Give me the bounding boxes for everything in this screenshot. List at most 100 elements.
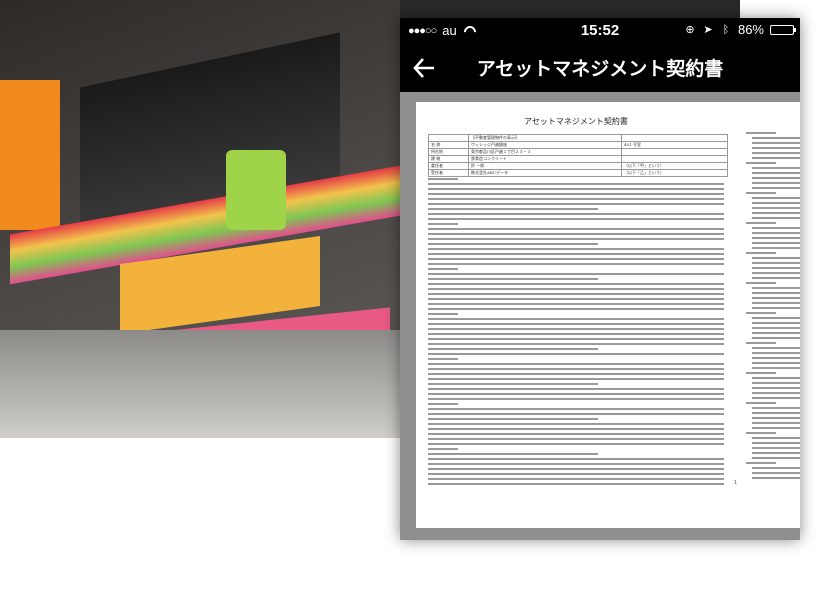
text-line xyxy=(752,367,800,369)
text-line xyxy=(752,417,800,419)
photo-tray xyxy=(0,330,400,438)
text-line xyxy=(428,483,724,485)
battery-percentage: 86% xyxy=(737,22,764,37)
table-cell: （以下「乙」という） xyxy=(621,169,728,177)
text-line xyxy=(428,408,724,410)
text-line xyxy=(752,437,800,439)
text-line xyxy=(428,333,724,335)
table-cell xyxy=(621,155,728,163)
text-line xyxy=(752,262,800,264)
text-line xyxy=(752,292,800,294)
text-line xyxy=(752,182,800,184)
page-number: 1 xyxy=(734,480,738,486)
text-line xyxy=(752,207,800,209)
text-line xyxy=(752,202,800,204)
table-cell: 建 物 xyxy=(427,155,470,163)
table-cell: 名 称 xyxy=(427,141,470,149)
text-line xyxy=(752,472,800,474)
text-line xyxy=(428,428,724,430)
table-cell xyxy=(621,148,728,156)
text-line xyxy=(428,463,724,465)
text-line xyxy=(428,228,724,230)
text-line xyxy=(428,178,458,180)
text-line xyxy=(752,277,800,279)
text-line xyxy=(746,372,776,374)
page-title: アセットマネジメント契約書 xyxy=(476,58,724,80)
text-line xyxy=(746,282,776,284)
text-line xyxy=(752,382,800,384)
table-cell: 【不動産管理物件の表示】 xyxy=(468,134,623,142)
text-line xyxy=(428,378,724,380)
text-line xyxy=(428,208,598,210)
text-line xyxy=(752,172,800,174)
photo-green-cup xyxy=(226,150,286,230)
text-line xyxy=(428,388,724,390)
text-line xyxy=(752,347,800,349)
text-line xyxy=(428,368,724,370)
text-line xyxy=(428,338,724,340)
text-line xyxy=(428,478,724,480)
text-line xyxy=(428,273,724,275)
text-line xyxy=(428,238,724,240)
text-line xyxy=(428,328,724,330)
text-line xyxy=(752,272,800,274)
text-line xyxy=(746,132,776,134)
text-line xyxy=(428,268,458,270)
text-line xyxy=(746,402,776,404)
text-line xyxy=(752,467,800,469)
status-bar: ●●●○○ au 15:52 ⊕ ➤ ᛒ 86% xyxy=(400,18,800,44)
text-line xyxy=(752,337,800,339)
text-line xyxy=(428,298,724,300)
table-row: 名 称ヴィレッジ戸越銀座 401 号室 xyxy=(427,141,728,149)
text-line xyxy=(428,198,724,200)
text-line xyxy=(752,452,800,454)
table-row: 所在地 東京都品川区戸越１丁目２３－３ xyxy=(427,148,728,156)
text-line xyxy=(428,258,724,260)
text-line xyxy=(428,283,724,285)
table-cell: 委任者 xyxy=(427,162,470,170)
text-line xyxy=(752,327,800,329)
text-line xyxy=(752,147,800,149)
document-page: アセットマネジメント契約書 【不動産管理物件の表示】名 称ヴィレッジ戸越銀座 40… xyxy=(416,102,800,528)
text-line xyxy=(752,142,800,144)
text-line xyxy=(428,213,724,215)
text-line xyxy=(428,448,458,450)
text-line xyxy=(428,453,598,455)
text-line xyxy=(752,307,800,309)
text-line xyxy=(428,263,724,265)
text-line xyxy=(752,247,800,249)
text-line xyxy=(428,183,724,185)
text-line xyxy=(752,457,800,459)
text-line xyxy=(752,317,800,319)
table-row: 委任者鈴 一郎 （以下「甲」という） xyxy=(427,162,728,170)
text-line xyxy=(428,218,724,220)
text-line xyxy=(752,212,800,214)
text-line xyxy=(428,403,458,405)
text-line xyxy=(752,322,800,324)
table-cell: 受任者 xyxy=(427,169,470,177)
text-line xyxy=(752,197,800,199)
table-cell: （以下「甲」という） xyxy=(621,162,728,170)
text-line xyxy=(428,288,724,290)
text-line xyxy=(428,343,724,345)
text-line xyxy=(752,297,800,299)
text-line xyxy=(428,443,724,445)
text-line xyxy=(428,188,724,190)
table-cell: 鈴 一郎 xyxy=(468,162,623,170)
text-line xyxy=(752,217,800,219)
text-line xyxy=(428,458,724,460)
document-viewer[interactable]: アセットマネジメント契約書 【不動産管理物件の表示】名 称ヴィレッジ戸越銀座 40… xyxy=(400,92,800,540)
text-line xyxy=(428,313,458,315)
table-row: 【不動産管理物件の表示】 xyxy=(427,134,728,142)
text-line xyxy=(428,438,724,440)
text-line xyxy=(428,393,724,395)
text-line xyxy=(428,353,724,355)
text-line xyxy=(746,342,776,344)
text-line xyxy=(428,293,724,295)
text-line xyxy=(752,167,800,169)
text-line xyxy=(428,323,724,325)
text-line xyxy=(752,352,800,354)
text-line xyxy=(428,348,598,350)
text-line xyxy=(752,137,800,139)
text-line xyxy=(752,397,800,399)
